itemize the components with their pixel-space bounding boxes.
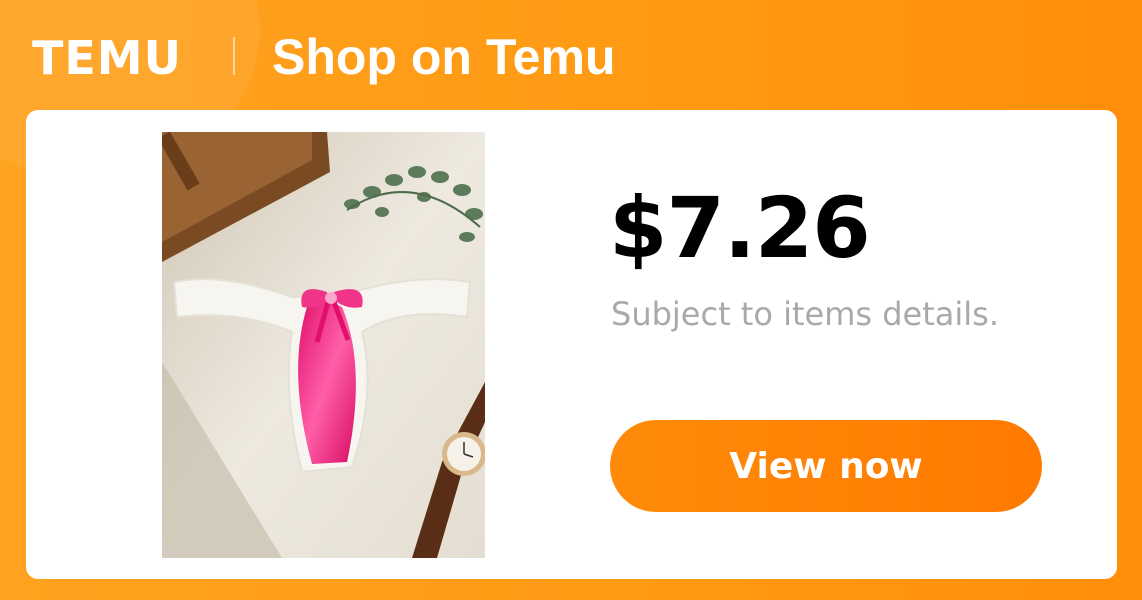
ad-banner[interactable]: TEMU Shop on Temu $7.26 Subject to items…: [0, 0, 1142, 600]
product-image[interactable]: [162, 132, 485, 558]
banner-header: TEMU Shop on Temu: [0, 0, 1142, 110]
product-price: $7.26: [609, 179, 871, 277]
price-note: Subject to items details.: [611, 295, 1000, 333]
product-card[interactable]: $7.26 Subject to items details. View now: [26, 110, 1117, 579]
header-title: Shop on Temu: [272, 29, 616, 85]
header-divider: [233, 37, 235, 75]
view-now-button[interactable]: View now: [610, 420, 1042, 512]
product-photo-icon: [162, 132, 485, 558]
temu-logo: TEMU: [32, 31, 182, 85]
